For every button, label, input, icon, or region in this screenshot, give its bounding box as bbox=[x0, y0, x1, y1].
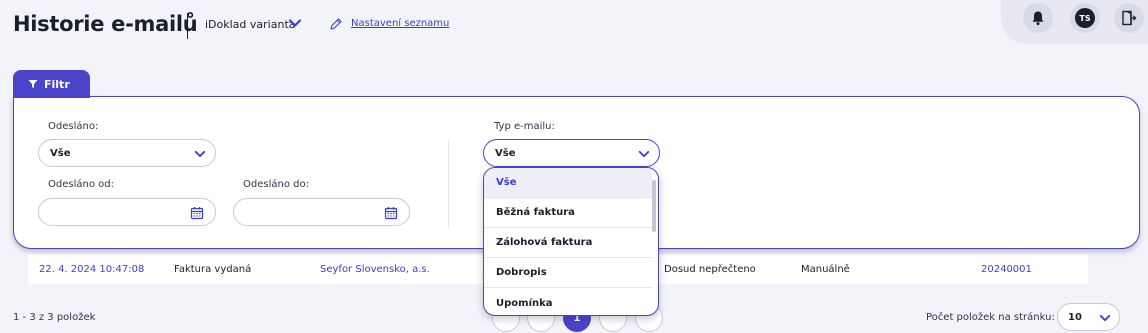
per-page-select[interactable]: 10 bbox=[1057, 303, 1120, 331]
list-settings-link[interactable]: Nastavení seznamu bbox=[351, 18, 449, 29]
sent-select[interactable]: Vše bbox=[38, 139, 216, 167]
user-menu-button[interactable]: TS bbox=[1070, 3, 1100, 33]
sent-to-label: Odesláno do: bbox=[243, 179, 309, 190]
item-count: 1 - 3 z 3 položek bbox=[13, 312, 96, 323]
email-type-dropdown[interactable]: Vše Běžná faktura Zálohová faktura Dobro… bbox=[483, 167, 659, 316]
filter-tab-label: Filtr bbox=[44, 77, 70, 91]
page-title: Historie e-mailů bbox=[13, 12, 198, 36]
variant-selector[interactable]: iDoklad varianta bbox=[205, 18, 296, 31]
sent-select-value: Vše bbox=[50, 148, 71, 159]
bell-icon bbox=[1032, 11, 1044, 26]
option-credit-note[interactable]: Dobropis bbox=[484, 258, 652, 288]
sent-from-input[interactable] bbox=[38, 198, 216, 226]
sent-from-label: Odesláno od: bbox=[48, 179, 114, 190]
logout-icon bbox=[1122, 10, 1137, 26]
calendar-icon[interactable] bbox=[384, 206, 398, 220]
chevron-down-icon bbox=[1099, 314, 1111, 322]
row-document-link[interactable]: 20240001 bbox=[981, 264, 1032, 275]
title-divider bbox=[187, 13, 188, 39]
row-mode: Manuálně bbox=[801, 264, 850, 275]
row-type: Faktura vydaná bbox=[174, 264, 252, 275]
panel-divider bbox=[448, 140, 449, 228]
option-all[interactable]: Vše bbox=[484, 168, 652, 198]
email-type-select[interactable]: Vše bbox=[483, 139, 660, 167]
notifications-button[interactable] bbox=[1023, 3, 1053, 33]
filter-icon bbox=[28, 80, 38, 88]
calendar-icon[interactable] bbox=[190, 206, 204, 220]
chevron-down-icon[interactable] bbox=[288, 16, 302, 30]
email-type-label: Typ e-mailu: bbox=[494, 121, 555, 132]
row-date-link[interactable]: 22. 4. 2024 10:47:08 bbox=[39, 264, 144, 275]
chevron-down-icon bbox=[638, 150, 650, 158]
dropdown-scrollbar[interactable] bbox=[652, 180, 656, 232]
sent-label: Odesláno: bbox=[48, 121, 99, 132]
per-page-label: Počet položek na stránku: bbox=[926, 312, 1055, 323]
row-status: Dosud nepřečteno bbox=[664, 264, 756, 275]
avatar: TS bbox=[1075, 8, 1095, 28]
option-advance-invoice[interactable]: Zálohová faktura bbox=[484, 228, 652, 258]
filter-tab[interactable]: Filtr bbox=[13, 70, 90, 98]
option-reminder[interactable]: Upomínka bbox=[484, 288, 652, 315]
chevron-down-icon bbox=[194, 150, 206, 158]
sent-to-input[interactable] bbox=[233, 198, 410, 226]
top-bar: Historie e-mailů iDoklad varianta Nastav… bbox=[0, 0, 1148, 58]
pencil-icon[interactable] bbox=[329, 17, 343, 31]
email-type-select-value: Vše bbox=[495, 148, 516, 159]
option-regular-invoice[interactable]: Běžná faktura bbox=[484, 198, 652, 228]
per-page-value: 10 bbox=[1068, 312, 1082, 323]
row-partner-link[interactable]: Seyfor Slovensko, a.s. bbox=[320, 264, 430, 275]
logout-button[interactable] bbox=[1114, 3, 1144, 33]
